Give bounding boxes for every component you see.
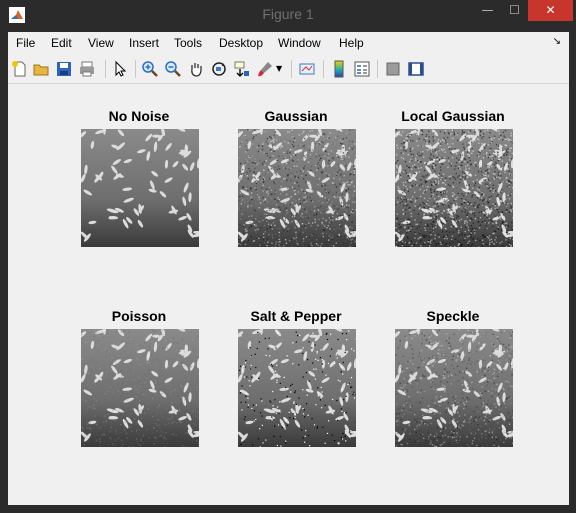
pan-icon[interactable] (187, 60, 205, 78)
menu-window[interactable]: Window (278, 36, 321, 50)
rice-image-salt-pepper (238, 329, 356, 447)
panel-title-salt-pepper: Salt & Pepper (250, 308, 342, 324)
menu-edit[interactable]: Edit (51, 36, 72, 50)
zoom-in-icon[interactable] (141, 60, 159, 78)
rice-image-no-noise (81, 129, 199, 247)
brush-icon[interactable] (256, 60, 274, 78)
minimize-button[interactable]: — (474, 0, 501, 21)
panel-title-local-gaussian: Local Gaussian (401, 108, 505, 124)
close-button[interactable]: ✕ (528, 0, 573, 21)
menu-insert[interactable]: Insert (129, 36, 159, 50)
toolbar-separator (291, 60, 292, 78)
menu-help[interactable]: Help (339, 36, 364, 50)
menu-file[interactable]: File (16, 36, 35, 50)
figure-canvas[interactable]: No Noise Gaussian Local Gaussian Poisson… (8, 84, 569, 505)
open-file-icon[interactable] (32, 60, 50, 78)
toolbar-separator (105, 60, 106, 78)
print-icon[interactable] (78, 60, 96, 78)
dock-figure-icon[interactable]: ↘ (553, 36, 561, 47)
figure-window: Figure 1 — ☐ ✕ File Edit View Insert Too… (0, 0, 576, 513)
menu-view[interactable]: View (88, 36, 114, 50)
link-plot-icon[interactable] (298, 60, 316, 78)
menu-bar: File Edit View Insert Tools Desktop Wind… (8, 32, 569, 55)
legend-icon[interactable] (353, 60, 371, 78)
data-cursor-icon[interactable] (233, 60, 251, 78)
rice-image-poisson (81, 329, 199, 447)
toolbar-separator (323, 60, 324, 78)
rice-image-speckle (395, 329, 513, 447)
colorbar-icon[interactable] (330, 60, 348, 78)
rice-image-local-gaussian (395, 129, 513, 247)
panel-title-gaussian: Gaussian (264, 108, 328, 124)
panel-title-speckle: Speckle (426, 308, 480, 324)
rotate-3d-icon[interactable] (210, 60, 228, 78)
title-bar[interactable]: Figure 1 — ☐ ✕ (0, 0, 576, 30)
hide-plot-tools-icon[interactable] (384, 60, 402, 78)
panel-title-no-noise: No Noise (108, 108, 170, 124)
menu-desktop[interactable]: Desktop (219, 36, 263, 50)
show-plot-tools-icon[interactable] (407, 60, 425, 78)
figure-toolbar: ▼ (8, 55, 569, 84)
pointer-icon[interactable] (111, 60, 129, 78)
zoom-out-icon[interactable] (164, 60, 182, 78)
maximize-button[interactable]: ☐ (501, 0, 528, 21)
rice-image-gaussian (238, 129, 356, 247)
toolbar-separator (377, 60, 378, 78)
toolbar-separator (135, 60, 136, 78)
new-figure-icon[interactable] (11, 60, 29, 78)
menu-tools[interactable]: Tools (174, 36, 202, 50)
panel-title-poisson: Poisson (111, 308, 167, 324)
save-icon[interactable] (55, 60, 73, 78)
